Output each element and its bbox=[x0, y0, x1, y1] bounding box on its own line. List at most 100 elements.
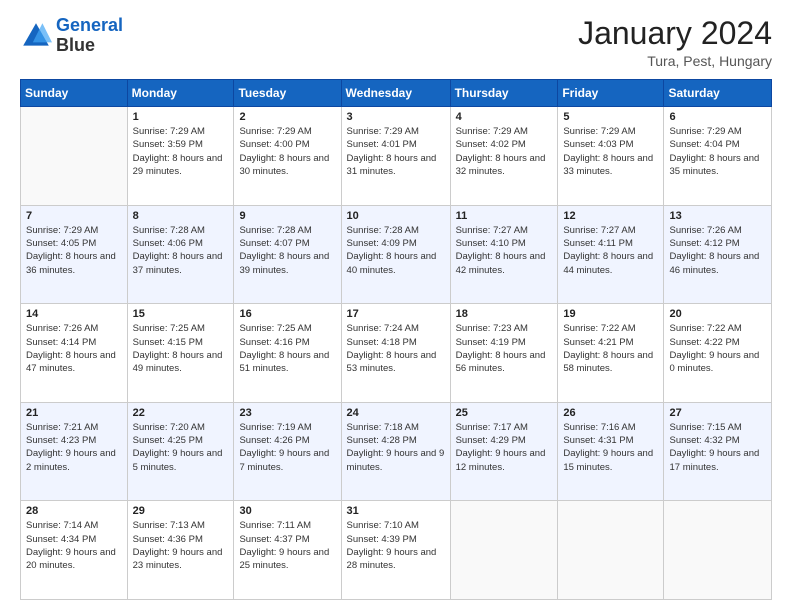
day-number: 25 bbox=[456, 407, 553, 419]
weekday-header: Friday bbox=[558, 80, 664, 107]
calendar-cell: 9 Sunrise: 7:28 AMSunset: 4:07 PMDaylight… bbox=[234, 205, 341, 304]
calendar-cell: 23Sunrise: 7:19 AMSunset: 4:26 PMDayligh… bbox=[234, 402, 341, 501]
calendar-cell: 15 Sunrise: 7:25 AMSunset: 4:15 PMDayligh… bbox=[127, 304, 234, 403]
day-info: Sunrise: 7:23 AMSunset: 4:19 PMDaylight:… bbox=[456, 322, 553, 375]
calendar-cell: 8Sunrise: 7:28 AMSunset: 4:06 PMDaylight… bbox=[127, 205, 234, 304]
calendar-week-row: 21 Sunrise: 7:21 AMSunset: 4:23 PMDayligh… bbox=[21, 402, 772, 501]
day-info: Sunrise: 7:15 AMSunset: 4:32 PMDaylight:… bbox=[669, 421, 766, 474]
day-info: Sunrise: 7:25 AMSunset: 4:15 PMDaylight:… bbox=[133, 322, 229, 375]
day-info: Sunrise: 7:21 AMSunset: 4:23 PMDaylight:… bbox=[26, 421, 122, 474]
day-info: Sunrise: 7:11 AMSunset: 4:37 PMDaylight:… bbox=[239, 519, 335, 572]
calendar-cell: 17 Sunrise: 7:24 AMSunset: 4:18 PMDayligh… bbox=[341, 304, 450, 403]
day-number: 16 bbox=[239, 308, 335, 320]
day-info: Sunrise: 7:29 AMSunset: 4:02 PMDaylight:… bbox=[456, 125, 553, 178]
title-block: January 2024 Tura, Pest, Hungary bbox=[578, 16, 772, 69]
day-number: 21 bbox=[26, 407, 122, 419]
day-number: 7 bbox=[26, 210, 122, 222]
day-info: Sunrise: 7:16 AMSunset: 4:31 PMDaylight:… bbox=[563, 421, 658, 474]
day-number: 15 bbox=[133, 308, 229, 320]
day-number: 12 bbox=[563, 210, 658, 222]
day-number: 22 bbox=[133, 407, 229, 419]
day-info: Sunrise: 7:29 AMSunset: 4:00 PMDaylight:… bbox=[239, 125, 335, 178]
calendar-cell: 5 Sunrise: 7:29 AMSunset: 4:03 PMDaylight… bbox=[558, 107, 664, 206]
calendar-cell: 12 Sunrise: 7:27 AMSunset: 4:11 PMDayligh… bbox=[558, 205, 664, 304]
weekday-header: Thursday bbox=[450, 80, 558, 107]
day-info: Sunrise: 7:27 AMSunset: 4:10 PMDaylight:… bbox=[456, 224, 553, 277]
day-info: Sunrise: 7:27 AMSunset: 4:11 PMDaylight:… bbox=[563, 224, 658, 277]
calendar-cell: 11 Sunrise: 7:27 AMSunset: 4:10 PMDayligh… bbox=[450, 205, 558, 304]
day-number: 19 bbox=[563, 308, 658, 320]
main-title: January 2024 bbox=[578, 16, 772, 51]
logo: General Blue bbox=[20, 16, 123, 56]
calendar-cell: 4Sunrise: 7:29 AMSunset: 4:02 PMDaylight… bbox=[450, 107, 558, 206]
calendar-table: SundayMondayTuesdayWednesdayThursdayFrid… bbox=[20, 79, 772, 600]
day-number: 9 bbox=[239, 210, 335, 222]
weekday-header: Monday bbox=[127, 80, 234, 107]
day-info: Sunrise: 7:18 AMSunset: 4:28 PMDaylight:… bbox=[347, 421, 445, 474]
calendar-cell: 27 Sunrise: 7:15 AMSunset: 4:32 PMDayligh… bbox=[664, 402, 772, 501]
calendar-cell: 30 Sunrise: 7:11 AMSunset: 4:37 PMDayligh… bbox=[234, 501, 341, 600]
day-info: Sunrise: 7:29 AMSunset: 3:59 PMDaylight:… bbox=[133, 125, 229, 178]
day-number: 26 bbox=[563, 407, 658, 419]
day-number: 27 bbox=[669, 407, 766, 419]
day-number: 11 bbox=[456, 210, 553, 222]
calendar-cell: 19Sunrise: 7:22 AMSunset: 4:21 PMDayligh… bbox=[558, 304, 664, 403]
day-number: 2 bbox=[239, 111, 335, 123]
calendar-cell: 25 Sunrise: 7:17 AMSunset: 4:29 PMDayligh… bbox=[450, 402, 558, 501]
calendar-cell bbox=[558, 501, 664, 600]
weekday-header: Wednesday bbox=[341, 80, 450, 107]
day-info: Sunrise: 7:29 AMSunset: 4:01 PMDaylight:… bbox=[347, 125, 445, 178]
day-info: Sunrise: 7:29 AMSunset: 4:03 PMDaylight:… bbox=[563, 125, 658, 178]
calendar-cell: 14 Sunrise: 7:26 AMSunset: 4:14 PMDayligh… bbox=[21, 304, 128, 403]
calendar-cell bbox=[664, 501, 772, 600]
calendar-week-row: 7Sunrise: 7:29 AMSunset: 4:05 PMDaylight… bbox=[21, 205, 772, 304]
day-number: 23 bbox=[239, 407, 335, 419]
day-info: Sunrise: 7:22 AMSunset: 4:22 PMDaylight:… bbox=[669, 322, 766, 375]
calendar-cell: 21 Sunrise: 7:21 AMSunset: 4:23 PMDayligh… bbox=[21, 402, 128, 501]
day-info: Sunrise: 7:20 AMSunset: 4:25 PMDaylight:… bbox=[133, 421, 229, 474]
calendar-cell bbox=[450, 501, 558, 600]
day-number: 18 bbox=[456, 308, 553, 320]
calendar-cell: 20Sunrise: 7:22 AMSunset: 4:22 PMDayligh… bbox=[664, 304, 772, 403]
calendar-cell: 28 Sunrise: 7:14 AMSunset: 4:34 PMDayligh… bbox=[21, 501, 128, 600]
day-info: Sunrise: 7:29 AMSunset: 4:04 PMDaylight:… bbox=[669, 125, 766, 178]
day-number: 8 bbox=[133, 210, 229, 222]
day-info: Sunrise: 7:13 AMSunset: 4:36 PMDaylight:… bbox=[133, 519, 229, 572]
calendar-cell: 22 Sunrise: 7:20 AMSunset: 4:25 PMDayligh… bbox=[127, 402, 234, 501]
day-info: Sunrise: 7:17 AMSunset: 4:29 PMDaylight:… bbox=[456, 421, 553, 474]
day-number: 31 bbox=[347, 505, 445, 517]
day-number: 13 bbox=[669, 210, 766, 222]
calendar-header-row: SundayMondayTuesdayWednesdayThursdayFrid… bbox=[21, 80, 772, 107]
day-info: Sunrise: 7:28 AMSunset: 4:07 PMDaylight:… bbox=[239, 224, 335, 277]
day-number: 14 bbox=[26, 308, 122, 320]
calendar-week-row: 1 Sunrise: 7:29 AMSunset: 3:59 PMDaylight… bbox=[21, 107, 772, 206]
day-number: 5 bbox=[563, 111, 658, 123]
calendar-week-row: 28 Sunrise: 7:14 AMSunset: 4:34 PMDayligh… bbox=[21, 501, 772, 600]
calendar-cell: 13Sunrise: 7:26 AMSunset: 4:12 PMDayligh… bbox=[664, 205, 772, 304]
calendar-cell: 1 Sunrise: 7:29 AMSunset: 3:59 PMDaylight… bbox=[127, 107, 234, 206]
header: General Blue January 2024 Tura, Pest, Hu… bbox=[20, 16, 772, 69]
calendar-cell: 31 Sunrise: 7:10 AMSunset: 4:39 PMDayligh… bbox=[341, 501, 450, 600]
logo-icon bbox=[20, 20, 52, 52]
day-number: 10 bbox=[347, 210, 445, 222]
page: General Blue January 2024 Tura, Pest, Hu… bbox=[0, 0, 792, 612]
subtitle: Tura, Pest, Hungary bbox=[578, 53, 772, 69]
calendar-cell: 2 Sunrise: 7:29 AMSunset: 4:00 PMDaylight… bbox=[234, 107, 341, 206]
day-info: Sunrise: 7:26 AMSunset: 4:14 PMDaylight:… bbox=[26, 322, 122, 375]
day-info: Sunrise: 7:28 AMSunset: 4:09 PMDaylight:… bbox=[347, 224, 445, 277]
calendar-cell: 3Sunrise: 7:29 AMSunset: 4:01 PMDaylight… bbox=[341, 107, 450, 206]
calendar-cell: 24 Sunrise: 7:18 AMSunset: 4:28 PMDayligh… bbox=[341, 402, 450, 501]
day-number: 24 bbox=[347, 407, 445, 419]
day-info: Sunrise: 7:10 AMSunset: 4:39 PMDaylight:… bbox=[347, 519, 445, 572]
day-number: 30 bbox=[239, 505, 335, 517]
day-number: 1 bbox=[133, 111, 229, 123]
day-number: 17 bbox=[347, 308, 445, 320]
calendar-cell: 6 Sunrise: 7:29 AMSunset: 4:04 PMDaylight… bbox=[664, 107, 772, 206]
day-number: 6 bbox=[669, 111, 766, 123]
day-number: 29 bbox=[133, 505, 229, 517]
day-info: Sunrise: 7:14 AMSunset: 4:34 PMDaylight:… bbox=[26, 519, 122, 572]
calendar-week-row: 14 Sunrise: 7:26 AMSunset: 4:14 PMDayligh… bbox=[21, 304, 772, 403]
weekday-header: Saturday bbox=[664, 80, 772, 107]
day-number: 28 bbox=[26, 505, 122, 517]
day-info: Sunrise: 7:24 AMSunset: 4:18 PMDaylight:… bbox=[347, 322, 445, 375]
